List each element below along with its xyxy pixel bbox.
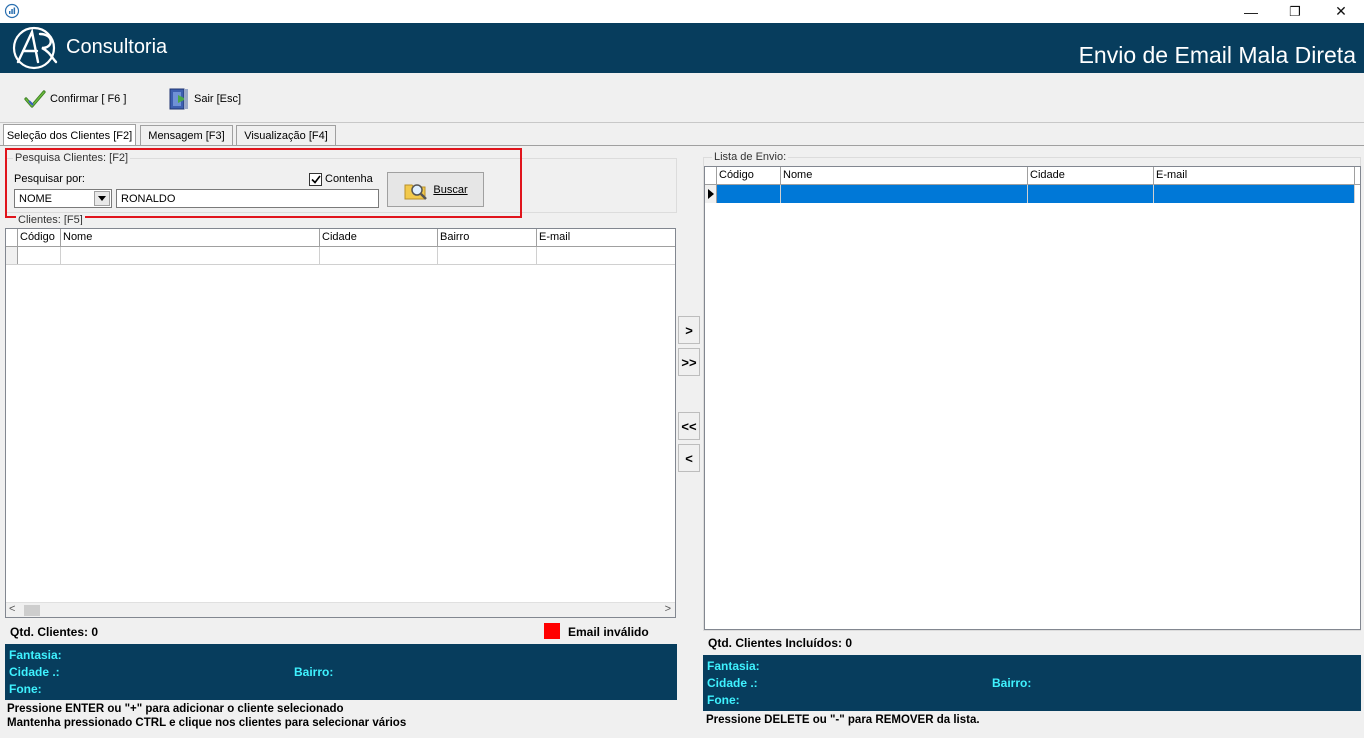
table-cell <box>18 247 61 264</box>
table-row[interactable] <box>705 185 1360 203</box>
scrollbar-thumb[interactable] <box>24 605 40 616</box>
tab-preview[interactable]: Visualização [F4] <box>236 125 336 145</box>
remove-one-button[interactable]: < <box>678 444 700 472</box>
send-list-info-panel: Fantasia: Cidade .: Bairro: Fone: <box>703 655 1361 711</box>
fone-label: Fone: <box>707 693 740 707</box>
row-indicator-header <box>6 229 18 246</box>
scroll-left-icon[interactable]: < <box>9 603 15 615</box>
send-list-header: Código Nome Cidade E-mail <box>705 167 1360 185</box>
tab-label: Visualização [F4] <box>244 129 328 142</box>
column-header[interactable]: Nome <box>61 229 320 246</box>
table-cell <box>537 247 675 264</box>
column-header[interactable]: E-mail <box>1154 167 1355 184</box>
add-hint: Pressione ENTER ou "+" para adicionar o … <box>7 703 344 715</box>
ctrl-hint: Mantenha pressionado CTRL e clique nos c… <box>7 717 407 729</box>
exit-label: Sair [Esc] <box>194 93 242 105</box>
page-title: Envio de Email Mala Direta <box>1078 42 1356 68</box>
column-header[interactable]: Bairro <box>438 229 537 246</box>
horizontal-scrollbar[interactable]: < > <box>6 602 675 617</box>
tab-client-selection[interactable]: Seleção dos Clientes [F2] <box>3 124 136 146</box>
checkmark-icon <box>24 90 46 108</box>
bairro-label: Bairro: <box>992 676 1032 690</box>
table-cell-selected <box>781 185 1028 203</box>
row-indicator-header <box>705 167 717 184</box>
app-header: Consultoria Envio de Email Mala Direta <box>0 23 1364 73</box>
clients-grid-header: Código Nome Cidade Bairro E-mail <box>6 229 675 247</box>
clients-group-label: Clientes: [F5] <box>16 214 85 225</box>
exit-button[interactable]: Sair [Esc] <box>168 87 241 111</box>
table-cell <box>320 247 438 264</box>
send-list-grid[interactable]: Código Nome Cidade E-mail <box>704 166 1361 630</box>
cidade-label: Cidade .: <box>707 676 758 690</box>
table-cell-selected <box>1028 185 1154 203</box>
add-all-button[interactable]: >> <box>678 348 700 376</box>
brand-name: Consultoria <box>66 36 168 58</box>
minimize-button[interactable]: — <box>1228 0 1274 23</box>
remove-hint: Pressione DELETE ou "-" para REMOVER da … <box>706 714 980 726</box>
table-row[interactable] <box>6 247 675 265</box>
column-header[interactable]: Cidade <box>320 229 438 246</box>
confirm-button[interactable]: Confirmar [ F6 ] <box>24 87 126 111</box>
tab-label: Mensagem [F3] <box>148 129 225 142</box>
toolbar: Confirmar [ F6 ] Sair [Esc] <box>0 73 1364 123</box>
send-list-label: Lista de Envio: <box>712 151 789 163</box>
restore-button[interactable]: ❐ <box>1272 0 1318 23</box>
brand-logo <box>12 26 58 70</box>
add-one-button[interactable]: > <box>678 316 700 344</box>
table-cell-selected <box>717 185 781 203</box>
column-header[interactable]: Código <box>18 229 61 246</box>
clients-grid[interactable]: Código Nome Cidade Bairro E-mail < > <box>5 228 676 618</box>
exit-door-icon <box>169 88 188 110</box>
bairro-label: Bairro: <box>294 665 334 679</box>
table-cell <box>438 247 537 264</box>
invalid-email-label: Email inválido <box>568 625 649 639</box>
window-titlebar: — ❐ ✕ <box>0 0 1364 23</box>
tab-separator <box>0 145 1364 146</box>
scroll-right-icon[interactable]: > <box>665 603 671 615</box>
column-header[interactable]: Nome <box>781 167 1028 184</box>
column-header[interactable]: Código <box>717 167 781 184</box>
row-pointer-icon <box>705 185 717 203</box>
highlight-box <box>5 148 522 218</box>
fantasia-label: Fantasia: <box>9 648 62 662</box>
column-header[interactable]: Cidade <box>1028 167 1154 184</box>
invalid-email-swatch <box>544 623 560 639</box>
app-icon <box>4 3 20 19</box>
included-count: Qtd. Clientes Incluídos: 0 <box>708 636 853 650</box>
remove-all-button[interactable]: << <box>678 412 700 440</box>
table-cell-selected <box>1154 185 1355 203</box>
confirm-label: Confirmar [ F6 ] <box>50 93 127 105</box>
tab-label: Seleção dos Clientes [F2] <box>6 129 133 142</box>
clients-count: Qtd. Clientes: 0 <box>10 625 99 639</box>
cidade-label: Cidade .: <box>9 665 60 679</box>
column-header[interactable]: E-mail <box>537 229 675 246</box>
close-button[interactable]: ✕ <box>1318 0 1364 23</box>
fone-label: Fone: <box>9 682 42 696</box>
fantasia-label: Fantasia: <box>707 659 760 673</box>
tab-message[interactable]: Mensagem [F3] <box>140 125 233 145</box>
table-cell <box>61 247 320 264</box>
client-info-panel: Fantasia: Cidade .: Bairro: Fone: <box>5 644 677 700</box>
row-indicator <box>6 247 18 264</box>
